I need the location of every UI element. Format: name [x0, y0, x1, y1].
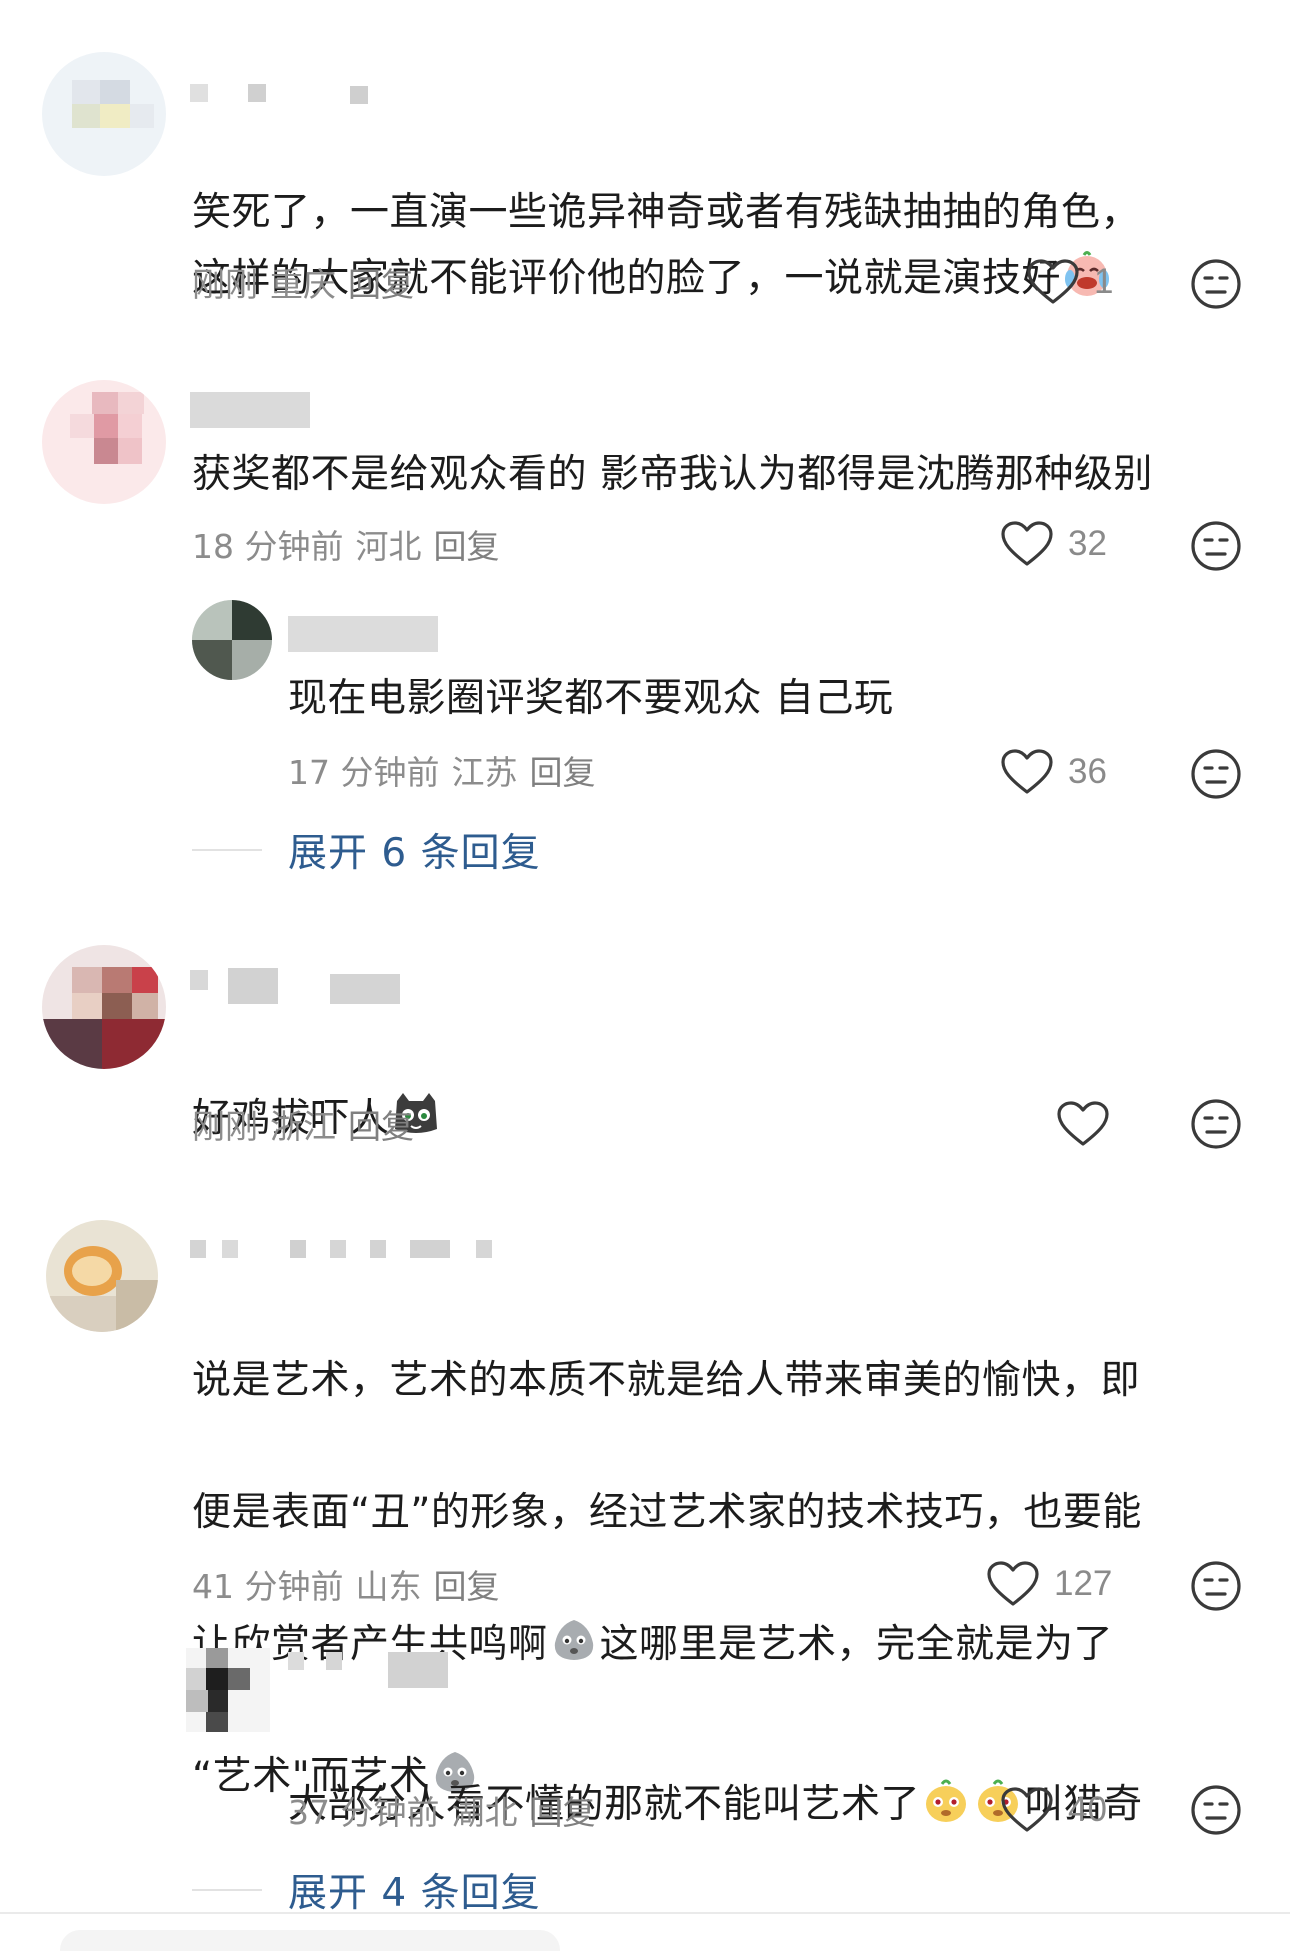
dislike-icon[interactable]: [1190, 748, 1242, 800]
username-blurred[interactable]: [288, 1648, 488, 1698]
avatar[interactable]: [42, 945, 166, 1069]
comment-meta: 刚刚 重庆 回复: [192, 258, 426, 306]
bottom-divider: [0, 1912, 1290, 1914]
comment-location: 山东: [355, 1567, 422, 1606]
avatar[interactable]: [46, 1220, 158, 1332]
comment-meta: 刚刚 浙江 回复: [192, 1100, 426, 1148]
comment-location: 河北: [355, 527, 422, 566]
gray-blob-icon: [554, 1620, 593, 1660]
like-button[interactable]: 1: [1026, 258, 1113, 306]
dislike-icon[interactable]: [1190, 1560, 1242, 1612]
expand-replies[interactable]: 展开 4 条回复: [192, 1862, 541, 1918]
expand-replies-label[interactable]: 展开 6 条回复: [288, 822, 541, 878]
heart-icon: [1027, 259, 1079, 304]
reply-location: 湖北: [451, 1793, 518, 1832]
comment-meta: 41 分钟前 山东 回复: [192, 1560, 511, 1608]
bottom-bar: [60, 1930, 560, 1951]
comment-text-line: 便是表面“丑”的形象，经过艺术家的技术技巧，也要能: [192, 1490, 1142, 1535]
dislike-icon[interactable]: [1190, 1784, 1242, 1836]
like-count: 40: [1068, 1790, 1107, 1829]
expand-divider-line: [192, 1889, 262, 1891]
like-button[interactable]: [1056, 1100, 1110, 1148]
comment-meta: 18 分钟前 河北 回复: [192, 520, 511, 568]
avatar[interactable]: [42, 380, 166, 504]
heart-icon: [1001, 749, 1053, 794]
comment-time: 刚刚: [192, 1107, 258, 1146]
like-count: 36: [1068, 752, 1107, 791]
like-count: 1: [1094, 262, 1114, 301]
username-blurred[interactable]: [190, 968, 440, 1008]
username-blurred[interactable]: [190, 1236, 510, 1266]
like-button[interactable]: 36: [1000, 748, 1107, 796]
like-button[interactable]: 32: [1000, 520, 1107, 568]
expand-divider-line: [192, 849, 262, 851]
heart-icon: [987, 1561, 1039, 1606]
reply-button[interactable]: 回复: [529, 753, 595, 792]
dislike-icon[interactable]: [1190, 1098, 1242, 1150]
reply-button[interactable]: 回复: [529, 1793, 595, 1832]
dislike-icon[interactable]: [1190, 520, 1242, 572]
reply-location: 江苏: [451, 753, 518, 792]
reply-button[interactable]: 回复: [348, 265, 414, 304]
yellow-face-icon: [926, 1779, 967, 1822]
comment-time: 18 分钟前: [192, 527, 344, 566]
like-count: 127: [1054, 1564, 1113, 1603]
reply-time: 17 分钟前: [288, 753, 440, 792]
comment-text: 获奖都不是给观众看的 影帝我认为都得是沈腾那种级别: [192, 452, 1153, 497]
comment-time: 刚刚: [192, 265, 258, 304]
comment-location: 浙江: [270, 1107, 336, 1146]
reply-time: 37 分钟前: [288, 1793, 440, 1832]
comment-time: 41 分钟前: [192, 1567, 344, 1606]
reply-text: 现在电影圈评奖都不要观众 自己玩: [288, 676, 894, 721]
dislike-icon[interactable]: [1190, 258, 1242, 310]
like-button[interactable]: 127: [986, 1560, 1112, 1608]
reply-meta: 17 分钟前 江苏 回复: [288, 746, 607, 794]
expand-replies-label[interactable]: 展开 4 条回复: [288, 1862, 541, 1918]
heart-icon: [1057, 1101, 1109, 1146]
username-blurred[interactable]: [190, 392, 320, 432]
reply-meta: 37 分钟前 湖北 回复: [288, 1786, 607, 1834]
heart-icon: [1001, 1787, 1053, 1832]
like-button[interactable]: 40: [1000, 1786, 1107, 1834]
username-blurred[interactable]: [288, 616, 448, 656]
comment-text-line: 说是艺术，艺术的本质不就是给人带来审美的愉快，即: [192, 1358, 1141, 1403]
avatar[interactable]: [42, 52, 166, 176]
username-blurred[interactable]: [190, 80, 390, 110]
avatar[interactable]: [186, 1648, 270, 1732]
like-count: 32: [1068, 524, 1107, 563]
expand-replies[interactable]: 展开 6 条回复: [192, 822, 541, 878]
comment-location: 重庆: [270, 265, 336, 304]
reply-button[interactable]: 回复: [348, 1107, 414, 1146]
avatar[interactable]: [192, 600, 272, 680]
reply-button[interactable]: 回复: [433, 1567, 499, 1606]
heart-icon: [1001, 521, 1053, 566]
reply-button[interactable]: 回复: [433, 527, 499, 566]
